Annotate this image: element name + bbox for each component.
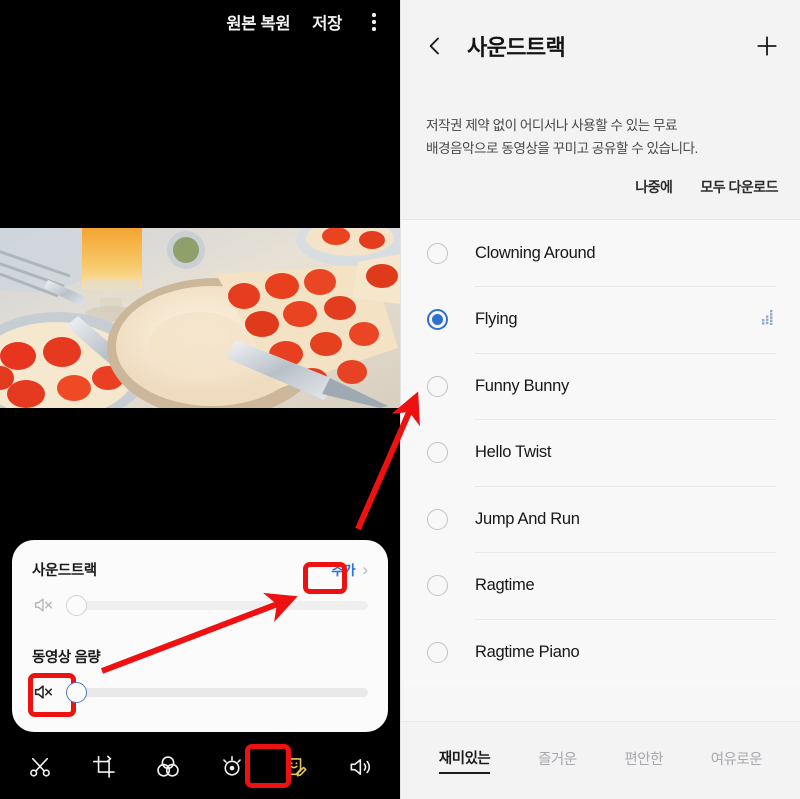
track-title: Hello Twist <box>475 443 552 461</box>
soundtrack-volume-track <box>76 600 368 610</box>
soundtrack-volume-slider[interactable] <box>66 594 368 616</box>
video-frame-image <box>0 228 400 408</box>
sticker-icon[interactable] <box>279 750 313 784</box>
editor-top-bar: 원본 복원 저장 <box>0 0 400 44</box>
chevron-right-icon: › <box>362 559 368 579</box>
tab-leisurely[interactable]: 여유로운 <box>711 748 763 773</box>
video-volume-slider-row <box>32 681 368 703</box>
download-all-button[interactable]: 모두 다운로드 <box>700 177 778 197</box>
back-chevron-icon[interactable] <box>423 31 449 61</box>
soundtrack-header: 사운드트랙 <box>401 0 800 92</box>
editor-bottom-toolbar <box>0 735 400 799</box>
add-soundtrack-button[interactable]: 추가 › <box>328 558 368 580</box>
equalizer-icon <box>760 309 776 330</box>
track-title: Jump And Run <box>475 509 580 528</box>
track-row-ragtime[interactable]: Ragtime <box>401 552 800 619</box>
radio-button[interactable] <box>427 641 448 663</box>
app-screen: 원본 복원 저장 사운드트랙 추가 › 동영상 음량 사운드트랙 저작권 제약 … <box>0 0 800 799</box>
volume-icon[interactable] <box>343 750 377 784</box>
tab-fun[interactable]: 재미있는 <box>438 747 491 774</box>
video-volume-slider[interactable] <box>66 681 368 703</box>
trim-icon[interactable] <box>23 750 57 784</box>
later-button[interactable]: 나중에 <box>635 177 673 197</box>
soundtrack-actions: 나중에 모두 다운로드 <box>401 160 800 219</box>
radio-button[interactable] <box>427 508 448 530</box>
track-row-jump-and-run[interactable]: Jump And Run <box>401 485 800 553</box>
track-title: Ragtime Piano <box>475 642 580 661</box>
description-line-1: 저작권 제약 없이 어디서나 사용할 수 있는 무료 <box>426 118 678 133</box>
soundtrack-description: 저작권 제약 없이 어디서나 사용할 수 있는 무료 배경음악으로 동영상을 꾸… <box>401 92 800 161</box>
track-list: Clowning Around Flying Funny Bunny Hello… <box>401 219 800 686</box>
description-line-2: 배경음악으로 동영상을 꾸미고 공유할 수 있습니다. <box>426 141 698 157</box>
soundtrack-pane: 사운드트랙 저작권 제약 없이 어디서나 사용할 수 있는 무료 배경음악으로 … <box>400 0 800 799</box>
track-row-clowning-around[interactable]: Clowning Around <box>401 220 800 287</box>
track-row-ragtime-piano[interactable]: Ragtime Piano <box>401 618 800 686</box>
track-title: Funny Bunny <box>475 376 569 395</box>
radio-button-selected[interactable] <box>427 309 448 330</box>
equalizer-bars <box>762 310 773 326</box>
video-editor-pane: 원본 복원 저장 사운드트랙 추가 › 동영상 음량 <box>0 0 400 799</box>
radio-button[interactable] <box>427 442 448 463</box>
soundtrack-volume-thumb[interactable] <box>66 594 87 616</box>
plus-icon[interactable] <box>752 31 782 61</box>
track-title: Ragtime <box>475 576 535 594</box>
track-row-hello-twist[interactable]: Hello Twist <box>401 419 800 486</box>
mute-icon[interactable] <box>32 594 54 616</box>
track-row-flying[interactable]: Flying <box>401 286 800 353</box>
radio-button[interactable] <box>427 375 448 397</box>
soundtrack-volume-slider-row <box>32 594 368 616</box>
radio-button[interactable] <box>427 242 448 264</box>
save-button[interactable]: 저장 <box>312 10 342 34</box>
video-volume-thumb[interactable] <box>66 681 87 703</box>
soundtrack-label: 사운드트랙 <box>32 562 97 579</box>
video-volume-block: 동영상 음량 <box>32 646 368 703</box>
radio-button[interactable] <box>427 575 448 596</box>
video-preview[interactable] <box>0 228 400 408</box>
brightness-icon[interactable] <box>215 750 249 784</box>
track-title: Flying <box>475 310 518 328</box>
restore-original-button[interactable]: 원본 복원 <box>226 10 290 34</box>
filter-icon[interactable] <box>151 750 185 784</box>
tab-relaxing[interactable]: 편안한 <box>624 748 663 773</box>
soundtrack-row: 사운드트랙 추가 › <box>32 558 368 580</box>
video-volume-label: 동영상 음량 <box>32 650 101 666</box>
tab-joyful[interactable]: 즐거운 <box>538 748 577 773</box>
track-row-funny-bunny[interactable]: Funny Bunny <box>401 352 800 420</box>
video-volume-track <box>76 687 368 697</box>
kebab-menu-icon[interactable] <box>364 11 384 33</box>
track-title: Clowning Around <box>475 243 596 262</box>
video-mute-icon[interactable] <box>32 681 54 703</box>
sound-settings-panel: 사운드트랙 추가 › 동영상 음량 <box>12 540 388 732</box>
crop-rotate-icon[interactable] <box>87 750 121 784</box>
mood-tabs: 재미있는 즐거운 편안한 여유로운 <box>401 721 800 799</box>
page-title: 사운드트랙 <box>467 35 566 60</box>
add-soundtrack-label: 추가 <box>331 563 356 578</box>
